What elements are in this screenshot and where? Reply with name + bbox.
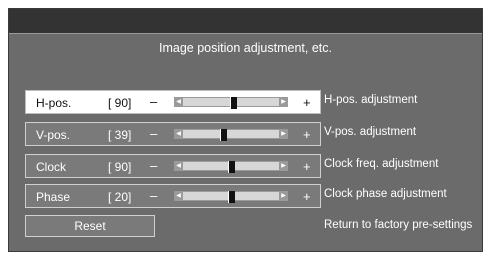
reset-button[interactable]: Reset — [25, 215, 155, 237]
decrease-button[interactable]: – — [150, 126, 157, 141]
slider-left-arrow-icon[interactable]: ◀ — [174, 129, 183, 139]
increase-button[interactable]: + — [303, 127, 311, 142]
row-label: Clock — [36, 160, 67, 174]
increase-button[interactable]: + — [303, 159, 311, 174]
decrease-button[interactable]: – — [150, 188, 157, 203]
slider-thumb[interactable] — [229, 97, 237, 109]
slider-left-arrow-icon[interactable]: ◀ — [174, 191, 183, 201]
slider-right-arrow-icon[interactable]: ▶ — [279, 161, 288, 171]
menu-row-clock[interactable]: Clock [ 90] – ◀ ▶ + — [25, 154, 321, 178]
slider-right-arrow-icon[interactable]: ▶ — [279, 129, 288, 139]
slider-right-arrow-icon[interactable]: ▶ — [279, 97, 288, 107]
increase-button[interactable]: + — [303, 95, 311, 110]
row-label: H-pos. — [36, 96, 72, 110]
menu-heading: Image position adjustment, etc. — [158, 41, 332, 55]
decrease-button[interactable]: – — [150, 158, 157, 173]
osd-title-bar — [9, 9, 482, 33]
row-description: Clock freq. adjustment — [324, 158, 439, 170]
phase-slider[interactable]: ◀ ▶ — [174, 191, 288, 203]
row-value: [ 90] — [108, 96, 132, 110]
row-description: V-pos. adjustment — [324, 126, 417, 138]
slider-left-arrow-icon[interactable]: ◀ — [174, 161, 183, 171]
row-description: H-pos. adjustment — [324, 94, 418, 106]
row-value: [ 20] — [108, 190, 132, 204]
v-pos-slider[interactable]: ◀ ▶ — [174, 129, 288, 141]
row-value: [ 39] — [108, 128, 132, 142]
osd-menu-panel: Image position adjustment, etc. H-pos. [… — [8, 8, 483, 252]
row-value: [ 90] — [108, 160, 132, 174]
clock-slider[interactable]: ◀ ▶ — [174, 161, 288, 173]
slider-right-arrow-icon[interactable]: ▶ — [279, 191, 288, 201]
row-description: Clock phase adjustment — [324, 188, 447, 200]
row-label: Phase — [36, 190, 71, 204]
h-pos-slider[interactable]: ◀ ▶ — [174, 97, 288, 109]
menu-row-v-pos[interactable]: V-pos. [ 39] – ◀ ▶ + — [25, 122, 321, 146]
decrease-button[interactable]: – — [150, 94, 157, 109]
increase-button[interactable]: + — [303, 189, 311, 204]
slider-left-arrow-icon[interactable]: ◀ — [174, 97, 183, 107]
slider-thumb[interactable] — [228, 161, 235, 173]
slider-thumb[interactable] — [220, 129, 228, 141]
divider — [9, 33, 482, 34]
menu-row-h-pos[interactable]: H-pos. [ 90] – ◀ ▶ + — [25, 90, 321, 114]
row-label: V-pos. — [36, 128, 71, 142]
menu-row-phase[interactable]: Phase [ 20] – ◀ ▶ + — [25, 184, 321, 208]
slider-thumb[interactable] — [228, 191, 235, 203]
reset-description: Return to factory pre-settings — [324, 219, 473, 231]
